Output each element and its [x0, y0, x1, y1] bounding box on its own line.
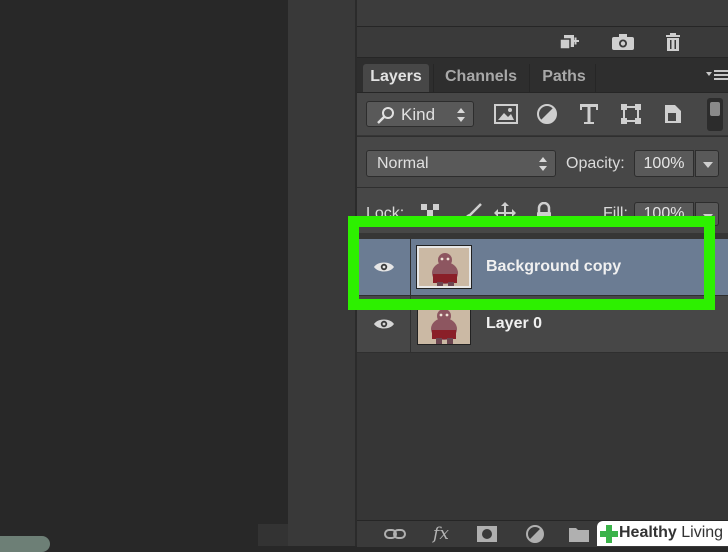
- chevron-down-icon: [703, 162, 713, 168]
- layer-name: Background copy: [486, 258, 622, 275]
- fill-field[interactable]: 100%: [634, 202, 694, 226]
- adjustment-layer-filter-icon[interactable]: [533, 101, 561, 127]
- canvas-scroll-corner: [258, 524, 288, 546]
- new-layer-group-icon[interactable]: [557, 31, 581, 53]
- fill-label: Fill:: [603, 205, 628, 222]
- trash-icon[interactable]: [661, 31, 685, 53]
- watermark-logo: Healthy Living: [597, 521, 728, 546]
- snapshot-camera-icon[interactable]: [611, 31, 635, 53]
- layer-style-fx-button[interactable]: fx: [429, 524, 453, 544]
- watermark-brand-light: Living: [681, 524, 724, 541]
- kind-filter-label: Kind: [401, 105, 436, 124]
- kind-filter-select[interactable]: Kind: [366, 101, 474, 127]
- select-arrows-icon: [457, 108, 465, 122]
- mascot-figure-icon: [431, 309, 457, 344]
- tab-separator: [529, 64, 530, 92]
- tab-separator: [595, 64, 596, 92]
- lock-row: Lock: Fill: 100%: [357, 187, 728, 233]
- lock-all-padlock-icon[interactable]: [533, 202, 555, 224]
- tab-separator: [433, 64, 434, 92]
- layers-list: Background copy Layer 0: [357, 233, 728, 520]
- upper-panel-toolbar: [357, 27, 728, 58]
- blend-mode-value: Normal: [377, 155, 429, 172]
- status-pill: [0, 536, 50, 552]
- tab-channels[interactable]: Channels: [435, 64, 527, 92]
- lock-transparent-pixels-icon[interactable]: [419, 202, 441, 224]
- watermark-text: Healthy Living: [619, 524, 723, 542]
- blend-mode-row: Normal Opacity: 100%: [357, 136, 728, 187]
- visibility-toggle[interactable]: [357, 239, 411, 295]
- lock-position-move-icon[interactable]: [494, 202, 516, 224]
- layer-row-background-copy[interactable]: Background copy: [357, 239, 728, 295]
- adjustment-layer-icon[interactable]: [523, 524, 547, 544]
- opacity-dropdown-button[interactable]: [695, 150, 719, 177]
- pixel-layer-filter-icon[interactable]: [492, 101, 520, 127]
- search-icon: [377, 107, 394, 124]
- layers-panel: Layers Channels Paths Kind Normal Opacit…: [357, 0, 728, 547]
- shape-layer-filter-icon[interactable]: [617, 101, 645, 127]
- eye-icon: [373, 262, 394, 272]
- visibility-toggle[interactable]: [357, 296, 411, 352]
- panel-dock-gutter: [288, 0, 356, 546]
- layer-thumbnail: [417, 303, 471, 345]
- layer-filter-row: Kind: [357, 93, 728, 135]
- panel-menu-icon[interactable]: [706, 68, 728, 84]
- link-layers-icon[interactable]: [383, 524, 407, 544]
- layer-row-layer-0[interactable]: Layer 0: [357, 295, 728, 353]
- tab-paths[interactable]: Paths: [531, 64, 597, 92]
- plus-logo-icon: [600, 525, 618, 543]
- select-arrows-icon: [539, 157, 547, 171]
- new-group-folder-icon[interactable]: [567, 524, 591, 544]
- opacity-label: Opacity:: [566, 155, 625, 172]
- document-canvas[interactable]: [0, 0, 288, 546]
- smart-object-filter-icon[interactable]: [659, 101, 687, 127]
- layer-mask-icon[interactable]: [475, 524, 499, 544]
- mascot-figure-icon: [432, 253, 458, 286]
- watermark-brand-bold: Healthy: [619, 524, 677, 541]
- chevron-down-icon: [703, 214, 713, 220]
- opacity-field[interactable]: 100%: [634, 150, 694, 177]
- panel-tabs: Layers Channels Paths: [357, 58, 728, 93]
- eye-icon: [373, 319, 394, 329]
- fx-label: fx: [433, 524, 449, 544]
- upper-panel-strip: [357, 0, 728, 27]
- fill-dropdown-button[interactable]: [695, 202, 719, 226]
- filter-toggle-switch[interactable]: [707, 98, 723, 131]
- blend-mode-select[interactable]: Normal: [366, 150, 556, 177]
- lock-image-pixels-brush-icon[interactable]: [461, 202, 483, 224]
- layer-thumbnail: [416, 245, 472, 289]
- layer-name: Layer 0: [486, 315, 543, 332]
- type-layer-filter-icon[interactable]: [575, 101, 603, 127]
- tab-layers[interactable]: Layers: [363, 64, 429, 92]
- lock-label: Lock:: [366, 205, 405, 222]
